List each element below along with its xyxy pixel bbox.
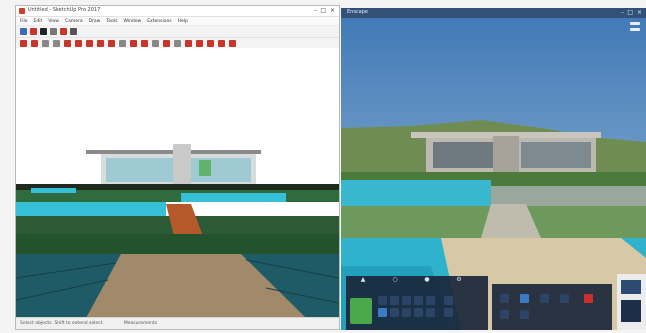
minimize-icon[interactable]: – [621,9,624,16]
move-icon[interactable] [31,40,38,47]
warehouse-icon[interactable] [163,40,170,47]
export-icon[interactable] [414,308,423,317]
panorama-icon[interactable] [402,308,411,317]
offset-icon[interactable] [64,40,71,47]
tab-person-icon[interactable]: ▲ [348,276,378,285]
vr-icon[interactable] [390,308,399,317]
tab-sun-icon[interactable]: ● [412,276,442,285]
screenshot-icon[interactable] [426,296,435,305]
zoom-icon[interactable] [130,40,137,47]
video-icon[interactable] [444,308,453,317]
settings-icon[interactable] [414,296,423,305]
line-icon[interactable] [50,28,57,35]
maximize-icon[interactable]: □ [320,7,326,14]
person-icon[interactable] [444,296,453,305]
menu-extensions[interactable]: Extensions [147,19,171,24]
control-panel-left: ▲ ○ ● ⚙ [346,276,488,330]
pan-icon[interactable] [119,40,126,47]
walk-icon[interactable] [390,296,399,305]
play-button[interactable] [350,298,372,324]
menu-file[interactable]: File [20,19,28,24]
record-icon[interactable] [584,294,593,303]
sketchup-titlebar: Untitled - SketchUp Pro 2017 – □ × [16,6,339,17]
sketchup-window: Untitled - SketchUp Pro 2017 – □ × File … [15,5,340,330]
render-window-title: Enscape [347,9,368,15]
orbit-icon[interactable] [108,40,115,47]
menu-draw[interactable]: Draw [89,19,101,24]
menu-bar: File Edit View Camera Draw Tools Window … [16,17,339,26]
render-titlebar: Enscape – □ × [341,8,646,18]
tab-camera-icon[interactable]: ○ [380,276,410,285]
rotate-icon[interactable] [42,40,49,47]
status-bar: Select objects. Shift to extend select. … [16,317,339,329]
paint-bucket-icon[interactable] [40,28,47,35]
model-viewport[interactable] [16,48,339,318]
render-window: Enscape – □ × ▲ ○ ● ⚙ [341,8,646,330]
text-icon[interactable] [86,40,93,47]
close-icon[interactable]: × [330,7,335,14]
sketchup-logo-icon [19,8,25,14]
menu-tools[interactable]: Tools [106,19,117,24]
component-icon[interactable] [196,40,203,47]
measure-icon[interactable] [540,294,549,303]
overlay-menu-icon[interactable] [630,22,640,25]
shapes-icon[interactable] [70,28,77,35]
timeline-icon[interactable] [520,310,529,319]
maximize-icon[interactable]: □ [627,9,633,16]
menu-view[interactable]: View [48,19,59,24]
tape-measure-icon[interactable] [75,40,82,47]
push-pull-icon[interactable] [20,40,27,47]
preview-icon[interactable] [621,300,641,322]
scene-icon[interactable] [218,40,225,47]
extension-icon[interactable] [174,40,181,47]
pointer-icon[interactable] [500,294,509,303]
toolbar-primary [16,26,339,38]
side-panel [617,274,646,330]
menu-window[interactable]: Window [123,19,141,24]
thumbnail-icon[interactable] [621,280,641,294]
batch-icon[interactable] [426,308,435,317]
view-icon[interactable] [378,296,387,305]
arc-icon[interactable] [60,28,67,35]
section-icon[interactable] [152,40,159,47]
sync-icon[interactable] [378,308,387,317]
menu-help[interactable]: Help [178,19,188,24]
cursor-icon[interactable] [520,294,529,303]
eraser-icon[interactable] [30,28,37,35]
control-panel-right [492,284,612,330]
overlay-minimap-icon[interactable] [630,28,640,31]
camera-pos-icon[interactable] [500,310,509,319]
menu-camera[interactable]: Camera [65,19,83,24]
close-icon[interactable]: × [637,9,642,16]
status-text: Select objects. Shift to extend select. [20,321,104,326]
minimize-icon[interactable]: – [314,7,317,14]
zoom-extents-icon[interactable] [141,40,148,47]
window-title: Untitled - SketchUp Pro 2017 [28,7,101,13]
tab-settings-icon[interactable]: ⚙ [444,276,474,285]
style-icon[interactable] [207,40,214,47]
fly-icon[interactable] [402,296,411,305]
menu-edit[interactable]: Edit [34,19,43,24]
layout-icon[interactable] [185,40,192,47]
scale-icon[interactable] [53,40,60,47]
export-icon[interactable] [229,40,236,47]
select-icon[interactable] [20,28,27,35]
axes-icon[interactable] [97,40,104,47]
measurements-label: Measurements [123,321,158,326]
grid-icon[interactable] [560,294,569,303]
